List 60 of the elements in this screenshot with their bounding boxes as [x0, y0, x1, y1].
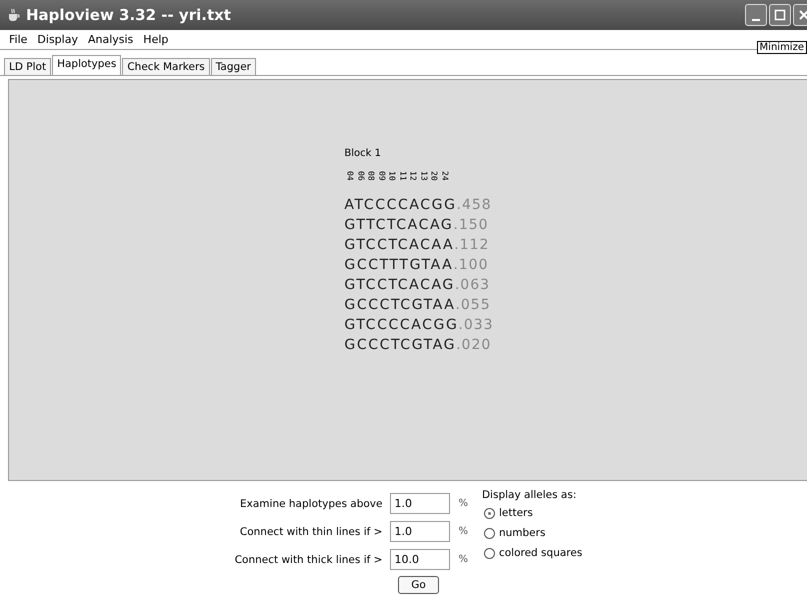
marker-number: 20	[428, 171, 439, 182]
tab[interactable]: Haplotypes	[52, 55, 122, 75]
frequency: .150	[453, 216, 489, 235]
allele-sequence: GTTCTCACAG	[344, 216, 454, 235]
frequency: .020	[456, 336, 492, 355]
field-label: Connect with thick lines if >	[234, 554, 382, 566]
percent-label: %	[458, 554, 468, 565]
allele-sequence: GCCCTCGTAG	[344, 336, 456, 355]
frequency: .100	[453, 256, 488, 275]
maximize-icon	[773, 8, 787, 22]
minimize-button[interactable]	[745, 4, 767, 26]
radio-button[interactable]	[484, 548, 495, 558]
marker-number: 06	[355, 171, 366, 182]
minimize-icon	[752, 18, 760, 20]
field-label: Examine haplotypes above	[239, 498, 382, 510]
allele-sequence: GCCCTCGTAA	[344, 296, 456, 315]
allele-sequence: GTCCTCACAA	[344, 236, 454, 255]
marker-number: 11	[397, 171, 408, 182]
radio-button[interactable]	[484, 528, 495, 538]
tab[interactable]: Check Markers	[122, 58, 210, 75]
frequency: .055	[455, 296, 491, 315]
close-icon	[797, 8, 807, 22]
allele-sequence: GCCTTTGTAA	[344, 256, 454, 275]
allele-sequence: GTCCCCACGG	[344, 316, 458, 335]
block-title: Block 1	[344, 148, 382, 159]
marker-number: 13	[418, 171, 428, 182]
marker-number: 12	[408, 171, 418, 182]
maximize-button[interactable]	[769, 4, 791, 26]
cup-icon	[6, 7, 22, 23]
percent-label: %	[458, 498, 468, 509]
go-button[interactable]: Go	[398, 576, 439, 594]
menu-item[interactable]: File	[4, 33, 32, 46]
radio-label: colored squares	[498, 547, 582, 559]
marker-number: 10	[386, 171, 397, 182]
marker-number: 24	[439, 171, 450, 182]
menu-item[interactable]: Analysis	[82, 33, 138, 46]
field-label: Connect with thin lines if >	[238, 526, 382, 538]
tab[interactable]: LD Plot	[4, 58, 52, 75]
window-title: Haploview 3.32 -- yri.txt	[26, 6, 232, 24]
display-label: Display alleles as:	[482, 489, 578, 501]
allele-sequence: GTCCTCACAG	[344, 276, 455, 295]
tooltip: Minimize	[756, 41, 807, 54]
input-field[interactable]: 10.0	[390, 549, 450, 570]
menu-item[interactable]: Display	[32, 33, 83, 46]
input-field[interactable]: 1.0	[390, 493, 450, 514]
radio-label: numbers	[498, 527, 546, 539]
radio-label: letters	[498, 507, 533, 519]
allele-sequence: ATCCCCACGG	[344, 196, 457, 215]
percent-label: %	[458, 526, 468, 537]
marker-number: 09	[376, 171, 386, 182]
tab[interactable]: Tagger	[210, 58, 256, 75]
marker-number: 08	[366, 171, 376, 182]
frequency: .063	[454, 276, 490, 295]
frequency: .112	[454, 236, 490, 255]
input-field[interactable]: 1.0	[390, 521, 450, 542]
frequency: .033	[458, 316, 494, 335]
marker-number: 04	[344, 171, 355, 182]
radio-button[interactable]	[484, 508, 495, 518]
menu-item[interactable]: Help	[138, 33, 174, 46]
frequency: .458	[456, 196, 492, 215]
